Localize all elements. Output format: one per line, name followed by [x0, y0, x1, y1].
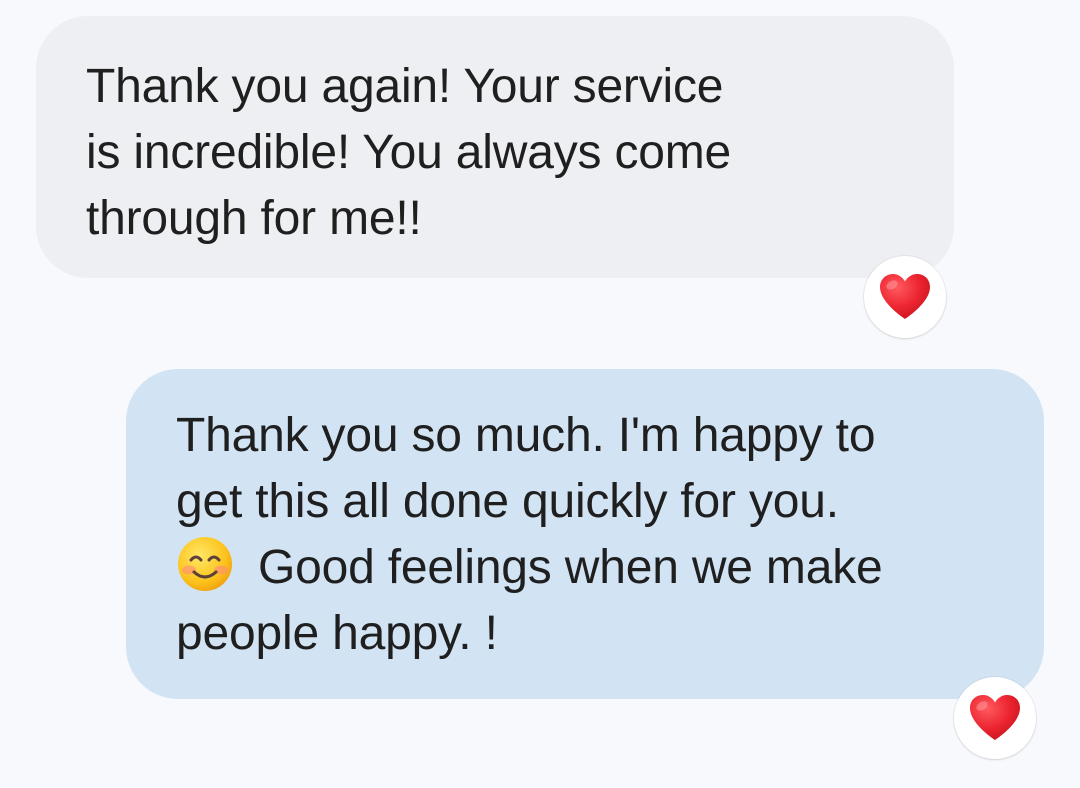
message-text-line: is incredible! You always come: [86, 126, 732, 179]
message-text: Good feelings when we make: [258, 541, 883, 594]
message-text-line-with-emoji: Good feelings when we make: [176, 535, 1004, 601]
incoming-message-bubble[interactable]: Thank you again! Your service is incredi…: [36, 16, 954, 278]
red-heart-icon: [878, 273, 932, 321]
heart-reaction-badge[interactable]: [954, 677, 1036, 759]
message-text-line: Thank you so much. I'm happy to: [176, 409, 876, 462]
smiling-face-with-smiling-eyes-icon: [176, 535, 234, 593]
message-text-line: Thank you again! Your service: [86, 60, 724, 113]
heart-reaction-badge[interactable]: [864, 256, 946, 338]
message-text-line: get this all done quickly for you.: [176, 475, 839, 528]
red-heart-icon: [968, 694, 1022, 742]
outgoing-message-bubble[interactable]: Thank you so much. I'm happy to get this…: [126, 369, 1044, 699]
message-text-line: through for me!!: [86, 192, 422, 245]
message-text-line: people happy. !: [176, 607, 498, 660]
